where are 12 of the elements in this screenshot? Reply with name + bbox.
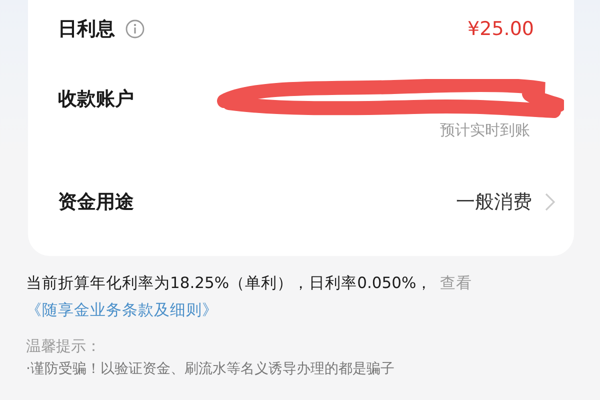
- field-label: 日利息: [58, 17, 115, 42]
- arrival-note: 预计实时到账: [440, 120, 530, 140]
- purpose-row[interactable]: 资金用途 一般消费: [28, 160, 574, 244]
- purpose-value: 一般消费: [456, 190, 532, 215]
- interest-amount: ¥25.00: [468, 18, 534, 40]
- field-label: 收款账户: [58, 86, 134, 112]
- tips-text: ·谨防受骗！以验证资金、刷流水等名义诱导办理的都是骗子: [26, 360, 396, 379]
- chevron-icon: [544, 192, 556, 212]
- tips-title: 温馨提示：: [26, 336, 102, 357]
- info-icon[interactable]: [125, 19, 145, 39]
- rate-note: 当前折算年化利率为18.25%（单利），日利率0.050%， 查看 《随享金业务条款及细则》: [25, 273, 474, 321]
- field-label: 资金用途: [58, 190, 134, 215]
